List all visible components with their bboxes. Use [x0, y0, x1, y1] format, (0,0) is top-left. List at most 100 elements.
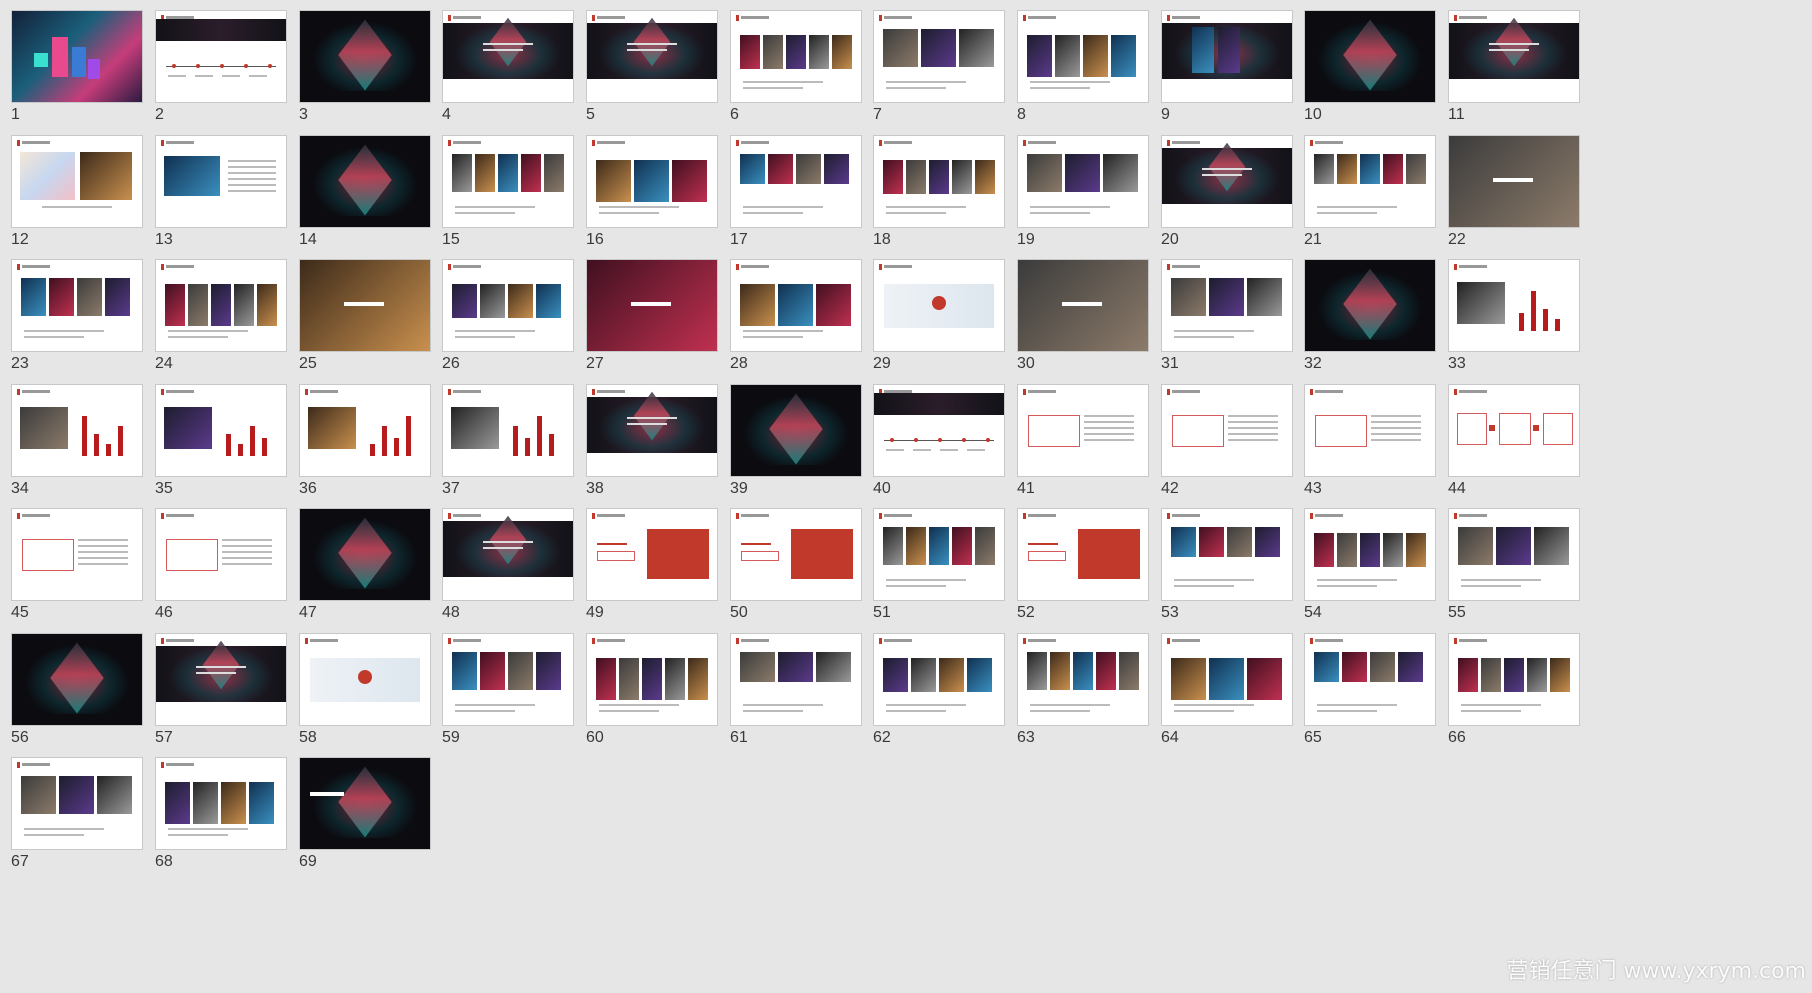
- slide-thumbnail[interactable]: [442, 508, 574, 601]
- slide-thumbnail-cell[interactable]: 10: [1304, 10, 1436, 123]
- slide-thumbnail-cell[interactable]: 34: [11, 384, 143, 497]
- slide-thumbnail[interactable]: [873, 384, 1005, 477]
- slide-thumbnail[interactable]: [873, 135, 1005, 228]
- slide-thumbnail[interactable]: [730, 633, 862, 726]
- slide-thumbnail[interactable]: [1304, 384, 1436, 477]
- slide-thumbnail-cell[interactable]: 42: [1161, 384, 1293, 497]
- slide-thumbnail-cell[interactable]: 31: [1161, 259, 1293, 372]
- slide-thumbnail[interactable]: [155, 508, 287, 601]
- slide-thumbnail-cell[interactable]: 51: [873, 508, 1005, 621]
- slide-thumbnail[interactable]: [1448, 508, 1580, 601]
- slide-thumbnail-cell[interactable]: 48: [442, 508, 574, 621]
- slide-thumbnail[interactable]: [1448, 10, 1580, 103]
- slide-thumbnail[interactable]: [299, 757, 431, 850]
- slide-thumbnail[interactable]: [1448, 135, 1580, 228]
- slide-thumbnail-cell[interactable]: 17: [730, 135, 862, 248]
- slide-thumbnail[interactable]: [11, 384, 143, 477]
- slide-thumbnail-cell[interactable]: 38: [586, 384, 718, 497]
- slide-thumbnail[interactable]: [299, 135, 431, 228]
- slide-thumbnail-cell[interactable]: 63: [1017, 633, 1149, 746]
- slide-thumbnail-cell[interactable]: 68: [155, 757, 287, 870]
- slide-thumbnail[interactable]: [1304, 10, 1436, 103]
- slide-thumbnail-cell[interactable]: 26: [442, 259, 574, 372]
- slide-thumbnail-cell[interactable]: 45: [11, 508, 143, 621]
- slide-thumbnail-cell[interactable]: 41: [1017, 384, 1149, 497]
- slide-thumbnail[interactable]: [1161, 259, 1293, 352]
- slide-thumbnail-cell[interactable]: 46: [155, 508, 287, 621]
- slide-thumbnail[interactable]: [442, 10, 574, 103]
- slide-thumbnail[interactable]: [11, 508, 143, 601]
- slide-thumbnail-cell[interactable]: 7: [873, 10, 1005, 123]
- slide-thumbnail[interactable]: [299, 259, 431, 352]
- slide-thumbnail-cell[interactable]: 52: [1017, 508, 1149, 621]
- slide-thumbnail[interactable]: [1017, 384, 1149, 477]
- slide-thumbnail[interactable]: [730, 508, 862, 601]
- slide-thumbnail-cell[interactable]: 23: [11, 259, 143, 372]
- slide-thumbnail-cell[interactable]: 19: [1017, 135, 1149, 248]
- slide-thumbnail-cell[interactable]: 43: [1304, 384, 1436, 497]
- slide-thumbnail-cell[interactable]: 16: [586, 135, 718, 248]
- slide-thumbnail[interactable]: [730, 259, 862, 352]
- slide-thumbnail-cell[interactable]: 39: [730, 384, 862, 497]
- slide-thumbnail-cell[interactable]: 9: [1161, 10, 1293, 123]
- slide-thumbnail[interactable]: [11, 135, 143, 228]
- slide-thumbnail-cell[interactable]: 59: [442, 633, 574, 746]
- slide-thumbnail[interactable]: [155, 384, 287, 477]
- slide-thumbnail-cell[interactable]: 6: [730, 10, 862, 123]
- slide-thumbnail[interactable]: [299, 633, 431, 726]
- slide-thumbnail-cell[interactable]: 69: [299, 757, 431, 870]
- slide-thumbnail-cell[interactable]: 65: [1304, 633, 1436, 746]
- slide-thumbnail[interactable]: [730, 384, 862, 477]
- slide-thumbnail-cell[interactable]: 57: [155, 633, 287, 746]
- slide-thumbnail-cell[interactable]: 14: [299, 135, 431, 248]
- slide-thumbnail-cell[interactable]: 58: [299, 633, 431, 746]
- slide-thumbnail[interactable]: [586, 135, 718, 228]
- slide-thumbnail[interactable]: [155, 10, 287, 103]
- slide-thumbnail-cell[interactable]: 50: [730, 508, 862, 621]
- slide-thumbnail-cell[interactable]: 24: [155, 259, 287, 372]
- slide-thumbnail[interactable]: [730, 135, 862, 228]
- slide-thumbnail-cell[interactable]: 55: [1448, 508, 1580, 621]
- slide-thumbnail[interactable]: [442, 633, 574, 726]
- slide-thumbnail-cell[interactable]: 15: [442, 135, 574, 248]
- slide-thumbnail-cell[interactable]: 47: [299, 508, 431, 621]
- slide-thumbnail-cell[interactable]: 2: [155, 10, 287, 123]
- slide-thumbnail[interactable]: [1304, 135, 1436, 228]
- slide-thumbnail[interactable]: [299, 384, 431, 477]
- slide-thumbnail-cell[interactable]: 28: [730, 259, 862, 372]
- slide-thumbnail[interactable]: [11, 259, 143, 352]
- slide-thumbnail[interactable]: [873, 259, 1005, 352]
- slide-thumbnail-cell[interactable]: 27: [586, 259, 718, 372]
- slide-thumbnail-cell[interactable]: 11: [1448, 10, 1580, 123]
- slide-thumbnail[interactable]: [586, 633, 718, 726]
- slide-thumbnail[interactable]: [1161, 135, 1293, 228]
- slide-thumbnail-cell[interactable]: 67: [11, 757, 143, 870]
- slide-thumbnail-cell[interactable]: 20: [1161, 135, 1293, 248]
- slide-thumbnail[interactable]: [1161, 10, 1293, 103]
- slide-thumbnail-cell[interactable]: 5: [586, 10, 718, 123]
- slide-thumbnail-cell[interactable]: 30: [1017, 259, 1149, 372]
- slide-thumbnail-cell[interactable]: 21: [1304, 135, 1436, 248]
- slide-thumbnail[interactable]: [1017, 633, 1149, 726]
- slide-thumbnail-cell[interactable]: 13: [155, 135, 287, 248]
- slide-thumbnail[interactable]: [1304, 633, 1436, 726]
- slide-thumbnail[interactable]: [11, 10, 143, 103]
- slide-thumbnail[interactable]: [1161, 633, 1293, 726]
- slide-thumbnail-cell[interactable]: 37: [442, 384, 574, 497]
- slide-thumbnail-cell[interactable]: 64: [1161, 633, 1293, 746]
- slide-thumbnail-cell[interactable]: 62: [873, 633, 1005, 746]
- slide-thumbnail[interactable]: [299, 10, 431, 103]
- slide-thumbnail[interactable]: [1448, 633, 1580, 726]
- slide-thumbnail-cell[interactable]: 32: [1304, 259, 1436, 372]
- slide-thumbnail[interactable]: [586, 508, 718, 601]
- slide-thumbnail[interactable]: [873, 508, 1005, 601]
- slide-thumbnail[interactable]: [873, 10, 1005, 103]
- slide-thumbnail-cell[interactable]: 35: [155, 384, 287, 497]
- slide-thumbnail-cell[interactable]: 66: [1448, 633, 1580, 746]
- slide-thumbnail-cell[interactable]: 3: [299, 10, 431, 123]
- slide-thumbnail[interactable]: [586, 10, 718, 103]
- slide-thumbnail-cell[interactable]: 53: [1161, 508, 1293, 621]
- slide-thumbnail-cell[interactable]: 40: [873, 384, 1005, 497]
- slide-thumbnail[interactable]: [442, 135, 574, 228]
- slide-thumbnail[interactable]: [11, 633, 143, 726]
